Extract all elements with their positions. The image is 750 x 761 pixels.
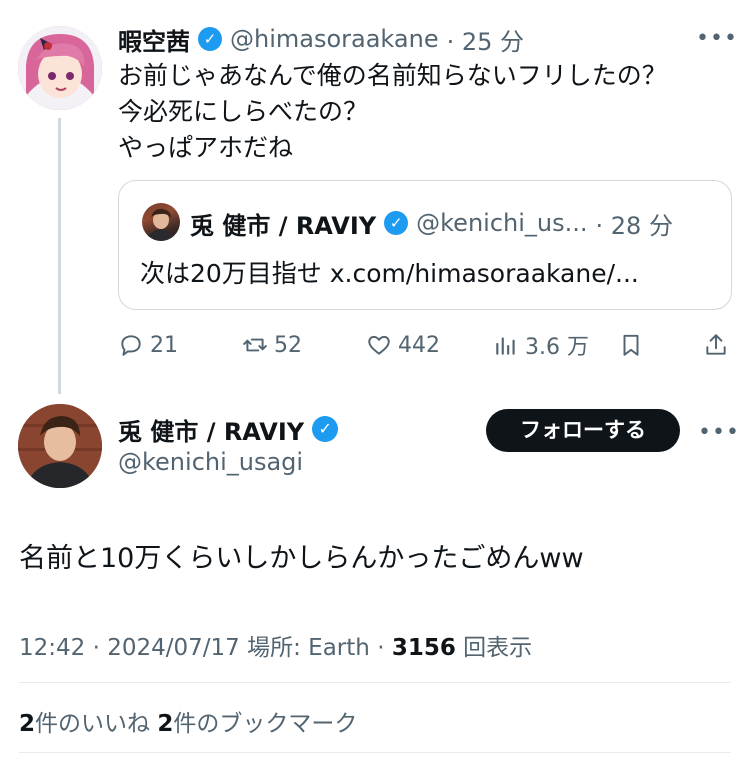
quoted-timestamp: · 28 分 xyxy=(595,211,673,240)
bookmark-icon xyxy=(623,334,639,356)
thread-connector-line xyxy=(58,118,61,394)
reply-tweet-text: お前じゃあなんで俺の名前知らないフリしたの？ 今必死にしらべたの？ やっぱアホだ… xyxy=(118,58,667,166)
like-icon xyxy=(368,335,390,355)
handle[interactable]: @himasoraakane xyxy=(230,25,439,53)
more-icon[interactable]: ••• xyxy=(696,28,738,50)
more-icon[interactable]: ••• xyxy=(698,422,740,444)
bookmarks-stat[interactable]: 2件のブックマーク xyxy=(157,711,357,737)
quoted-tweet-text: 次は20万目指せ x.com/himasoraakane/... xyxy=(140,259,639,288)
tweet-time[interactable]: 12:42 xyxy=(19,635,85,661)
follow-button[interactable]: フォローする xyxy=(486,409,680,452)
views-label: 回表示 xyxy=(463,635,533,661)
reply-count: 21 xyxy=(150,332,178,358)
meta-separator: · xyxy=(92,635,108,661)
handle[interactable]: @kenichi_usagi xyxy=(118,448,303,476)
engagement-stats: 2件のいいね 2件のブックマーク xyxy=(19,704,357,738)
tweet-text-line: やっぱアホだね xyxy=(118,133,294,162)
tweet-date[interactable]: 2024/07/17 xyxy=(107,635,240,661)
timestamp[interactable]: · 25 分 xyxy=(447,22,524,57)
reply-button[interactable]: 21 xyxy=(118,328,178,362)
tweet-text-line: お前じゃあなんで俺の名前知らないフリしたの？ xyxy=(118,61,667,90)
quoted-tweet-header: 兎 健市 / RAVIY ✓ @kenichi_us... · 28 分 xyxy=(190,206,673,240)
divider xyxy=(19,752,731,753)
quoted-display-name: 兎 健市 / RAVIY xyxy=(190,211,377,240)
divider xyxy=(19,682,731,683)
main-tweet-text: 名前と10万くらいしかしらんかったごめんww xyxy=(19,543,584,574)
avatar-kenichi-usagi[interactable] xyxy=(18,404,102,488)
bookmark-button[interactable] xyxy=(618,328,650,362)
views-icon xyxy=(496,337,515,355)
display-name[interactable]: 兎 健市 / RAVIY xyxy=(118,412,304,447)
tweet-metadata: 12:42 · 2024/07/17 場所: Earth · 3156 回表示 xyxy=(19,628,532,662)
views-count: 3.6 万 xyxy=(525,335,589,360)
avatar-himasoraakane[interactable] xyxy=(18,26,102,110)
bookmarks-stat-count: 2 xyxy=(157,711,174,737)
likes-stat-count: 2 xyxy=(19,711,36,737)
verified-badge-icon: ✓ xyxy=(312,416,339,442)
share-icon xyxy=(706,334,726,355)
meta-separator: · xyxy=(377,635,392,661)
retweet-count: 52 xyxy=(274,332,302,358)
retweet-button[interactable]: 52 xyxy=(242,328,302,362)
views-button[interactable]: 3.6 万 xyxy=(493,328,589,362)
quoted-handle: @kenichi_us... xyxy=(416,209,588,237)
likes-stat[interactable]: 2件のいいね xyxy=(19,711,150,737)
like-count: 442 xyxy=(398,332,440,358)
avatar-photo xyxy=(18,404,102,488)
verified-badge-icon: ✓ xyxy=(198,27,222,51)
reply-tweet-header: 暇空茜 ✓ @himasoraakane · 25 分 xyxy=(118,22,524,56)
verified-badge-icon: ✓ xyxy=(384,211,409,235)
main-tweet-header: 兎 健市 / RAVIY ✓ xyxy=(118,411,339,447)
quoted-avatar xyxy=(142,203,180,241)
tweet-location: 場所: Earth xyxy=(247,635,370,661)
reply-icon xyxy=(121,335,141,356)
likes-stat-label: 件のいいね xyxy=(35,711,151,737)
like-button[interactable]: 442 xyxy=(366,328,440,362)
avatar-illustration xyxy=(18,26,102,110)
views-count: 3156 xyxy=(391,635,456,661)
bookmarks-stat-label: 件のブックマーク xyxy=(173,711,358,737)
display-name[interactable]: 暇空茜 xyxy=(118,22,190,57)
avatar-photo xyxy=(146,208,176,241)
tweet-text-line: 今必死にしらべたの？ xyxy=(118,97,369,126)
retweet-icon xyxy=(243,338,267,352)
share-button[interactable] xyxy=(703,328,735,362)
